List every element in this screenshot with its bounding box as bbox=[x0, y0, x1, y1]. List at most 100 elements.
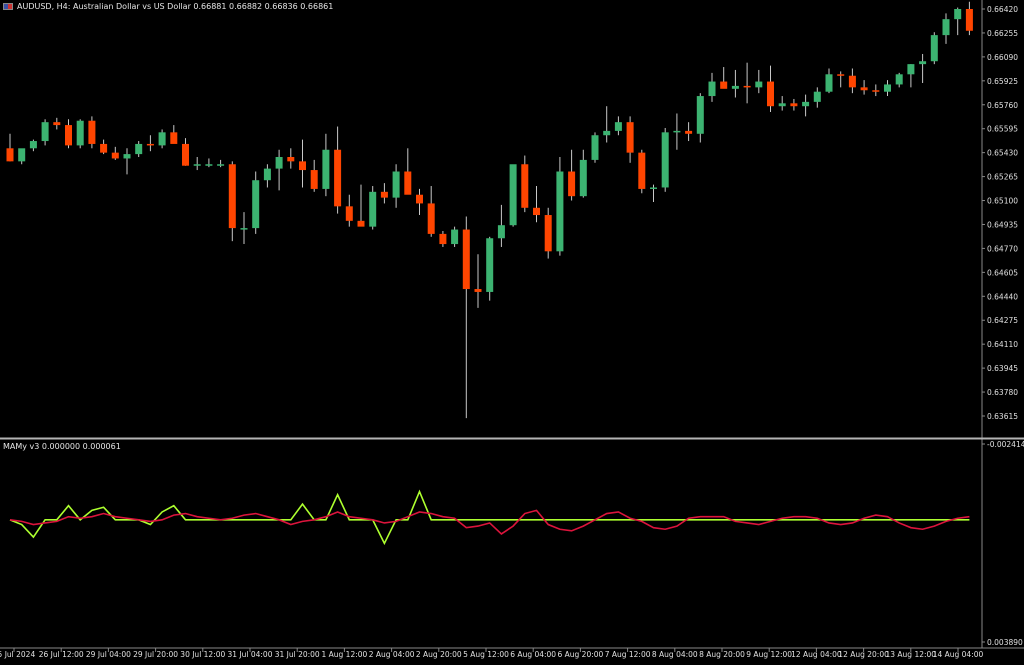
time-tick-label: 12 Aug 20:00 bbox=[838, 650, 889, 659]
price-tick-label: 0.65595 bbox=[987, 125, 1018, 134]
bear-candle bbox=[228, 164, 236, 229]
time-tick-label: 29 Jul 04:00 bbox=[86, 650, 131, 659]
bear-candle bbox=[6, 148, 14, 162]
price-tick-label: 0.64935 bbox=[987, 220, 1018, 229]
bull-candle bbox=[263, 168, 271, 181]
time-tick-label: 7 Aug 12:00 bbox=[605, 650, 651, 659]
bull-candle bbox=[18, 148, 26, 162]
indicator-signal-line bbox=[9, 509, 970, 535]
bull-candle bbox=[802, 101, 810, 107]
price-tick-label: 0.64605 bbox=[987, 268, 1018, 277]
bear-candle bbox=[380, 191, 388, 198]
price-tick-label: 0.66255 bbox=[987, 29, 1018, 38]
bear-candle bbox=[544, 215, 552, 252]
price-tick-label: 0.63615 bbox=[987, 412, 1018, 421]
bear-candle bbox=[521, 164, 529, 208]
bear-candle bbox=[872, 90, 880, 92]
time-tick-label: 1 Aug 12:00 bbox=[321, 650, 367, 659]
bull-candle bbox=[813, 91, 821, 102]
bear-candle bbox=[334, 149, 342, 207]
bear-candle bbox=[53, 122, 61, 126]
price-tick-label: 0.64440 bbox=[987, 292, 1018, 301]
bear-candle bbox=[111, 152, 119, 159]
bull-candle bbox=[895, 74, 903, 85]
bear-candle bbox=[837, 74, 845, 76]
time-tick-label: 26 Jul 12:00 bbox=[39, 650, 84, 659]
price-tick-label: 0.65265 bbox=[987, 173, 1018, 182]
price-tick-label: 0.63780 bbox=[987, 388, 1018, 397]
bear-candle bbox=[685, 130, 693, 134]
bull-candle bbox=[673, 130, 681, 133]
bull-candle bbox=[322, 149, 330, 189]
bull-candle bbox=[954, 9, 962, 20]
bull-candle bbox=[884, 84, 891, 92]
bear-candle bbox=[88, 120, 96, 144]
bear-candle bbox=[299, 161, 306, 171]
indicator-tick-label: 0.003890 bbox=[987, 638, 1023, 647]
price-tick-label: 0.63945 bbox=[987, 364, 1018, 373]
price-tick-label: 0.66090 bbox=[987, 53, 1018, 62]
bull-candle bbox=[392, 171, 400, 198]
bull-candle bbox=[755, 81, 763, 88]
price-tick-label: 0.64770 bbox=[987, 244, 1018, 253]
price-tick-label: 0.65925 bbox=[987, 77, 1018, 86]
bull-candle bbox=[509, 164, 517, 226]
time-tick-label: 2 Aug 20:00 bbox=[416, 650, 462, 659]
bull-candle bbox=[240, 228, 248, 230]
bear-candle bbox=[439, 233, 447, 245]
time-tick-label: 29 Jul 20:00 bbox=[133, 650, 178, 659]
bull-candle bbox=[930, 35, 938, 62]
bull-candle bbox=[41, 122, 49, 142]
bull-candle bbox=[591, 135, 599, 160]
time-tick-label: 12 Aug 04:00 bbox=[791, 650, 842, 659]
bear-candle bbox=[626, 122, 634, 153]
time-tick-label: 14 Aug 04:00 bbox=[933, 650, 984, 659]
bull-candle bbox=[486, 238, 494, 292]
bear-candle bbox=[100, 143, 108, 153]
bull-candle bbox=[217, 164, 225, 166]
bull-candle bbox=[919, 61, 927, 65]
candles-group bbox=[6, 1, 973, 419]
bear-candle bbox=[462, 229, 470, 290]
bear-candle bbox=[790, 103, 798, 107]
bull-candle bbox=[205, 164, 213, 166]
bull-candle bbox=[614, 122, 622, 131]
time-tick-label: 30 Jul 12:00 bbox=[180, 650, 225, 659]
time-tick-label: 31 Jul 04:00 bbox=[228, 650, 273, 659]
bull-candle bbox=[942, 19, 950, 36]
bull-candle bbox=[825, 74, 833, 92]
bear-candle bbox=[720, 81, 728, 89]
time-tick-label: 8 Aug 20:00 bbox=[699, 650, 745, 659]
bull-candle bbox=[603, 130, 611, 136]
bull-candle bbox=[778, 103, 786, 107]
bull-candle bbox=[708, 81, 716, 97]
bull-candle bbox=[650, 187, 657, 189]
bear-candle bbox=[65, 125, 72, 146]
bull-candle bbox=[731, 85, 739, 89]
price-chart[interactable]: 0.66420 0.66255 0.66090 0.65925 0.65760 0.655… bbox=[0, 0, 1024, 665]
price-tick-label: 0.64275 bbox=[987, 316, 1018, 325]
bull-candle bbox=[497, 225, 505, 239]
bull-candle bbox=[76, 120, 84, 146]
bear-candle bbox=[965, 9, 973, 31]
time-tick-label: 31 Jul 20:00 bbox=[275, 650, 320, 659]
bull-candle bbox=[696, 96, 704, 134]
price-tick-label: 0.64110 bbox=[987, 340, 1018, 349]
bear-candle bbox=[404, 171, 412, 195]
bear-candle bbox=[568, 171, 576, 197]
bear-candle bbox=[860, 87, 868, 91]
bear-candle bbox=[767, 81, 774, 107]
bull-candle bbox=[579, 159, 587, 197]
bear-candle bbox=[638, 152, 646, 189]
bull-candle bbox=[29, 141, 37, 149]
time-tick-label: 5 Aug 12:00 bbox=[463, 650, 509, 659]
indicator-main-line bbox=[9, 489, 970, 546]
time-tick-label: 2 Aug 04:00 bbox=[369, 650, 415, 659]
bull-candle bbox=[661, 132, 669, 188]
time-tick-label: 8 Aug 04:00 bbox=[652, 650, 698, 659]
bull-candle bbox=[907, 64, 915, 75]
bear-candle bbox=[345, 206, 353, 221]
bull-candle bbox=[556, 171, 564, 252]
time-tick-label: 9 Aug 12:00 bbox=[746, 650, 792, 659]
bear-candle bbox=[182, 143, 189, 166]
